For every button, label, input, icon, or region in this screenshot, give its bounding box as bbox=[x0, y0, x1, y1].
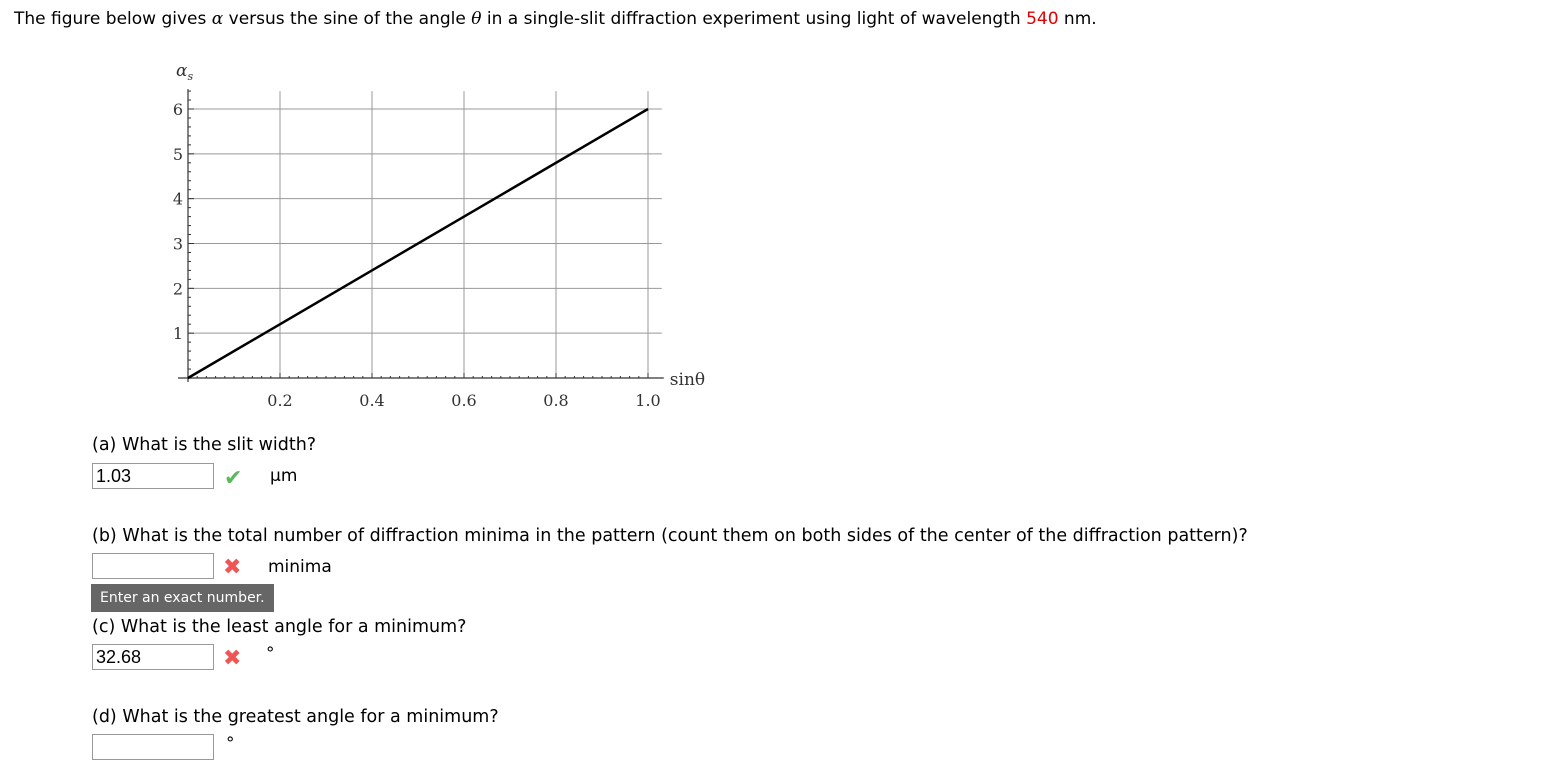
y-tick-label: 6 bbox=[173, 100, 183, 119]
x-tick-label: 0.2 bbox=[267, 391, 292, 410]
alpha-vs-sin-chart: 0.2 0.4 0.6 0.8 1.0 1 2 3 4 5 6 sinθ αs bbox=[173, 61, 705, 410]
x-tick-label: 1.0 bbox=[635, 391, 660, 410]
y-tick-label: 3 bbox=[173, 235, 183, 254]
x-icon: ✖ bbox=[223, 646, 242, 671]
y-tick-label: 4 bbox=[173, 190, 183, 209]
y-tick-label: 5 bbox=[173, 145, 183, 164]
y-axis-label: αs bbox=[176, 61, 193, 83]
x-tick-label: 0.8 bbox=[543, 391, 568, 410]
intro-unit: nm. bbox=[1058, 9, 1097, 29]
wavelength-value: 540 bbox=[1026, 9, 1059, 29]
answer-a-input[interactable]: 1.03 bbox=[92, 463, 214, 489]
x-tick-label: 0.6 bbox=[451, 391, 476, 410]
x-axis-label: sinθ bbox=[670, 370, 705, 390]
unit-a: μm bbox=[270, 466, 298, 486]
y-tick-label: 1 bbox=[173, 324, 183, 343]
answer-c-input[interactable]: 32.68 bbox=[92, 644, 214, 670]
unit-c: ° bbox=[266, 644, 275, 664]
check-icon: ✔ bbox=[224, 466, 243, 491]
x-tick-label: 0.4 bbox=[359, 391, 384, 410]
y-tick-label: 2 bbox=[173, 279, 183, 298]
tooltip: Enter an exact number. bbox=[91, 584, 274, 612]
question-b: (b) What is the total number of diffract… bbox=[92, 526, 1248, 546]
answer-b-input[interactable] bbox=[92, 553, 214, 579]
x-icon: ✖ bbox=[223, 555, 242, 580]
question-c: (c) What is the least angle for a minimu… bbox=[92, 617, 467, 637]
unit-d: ° bbox=[226, 734, 235, 754]
question-d: (d) What is the greatest angle for a min… bbox=[92, 707, 499, 727]
answer-d-input[interactable] bbox=[92, 734, 214, 760]
question-a: (a) What is the slit width? bbox=[92, 435, 317, 455]
unit-b: minima bbox=[268, 557, 332, 577]
